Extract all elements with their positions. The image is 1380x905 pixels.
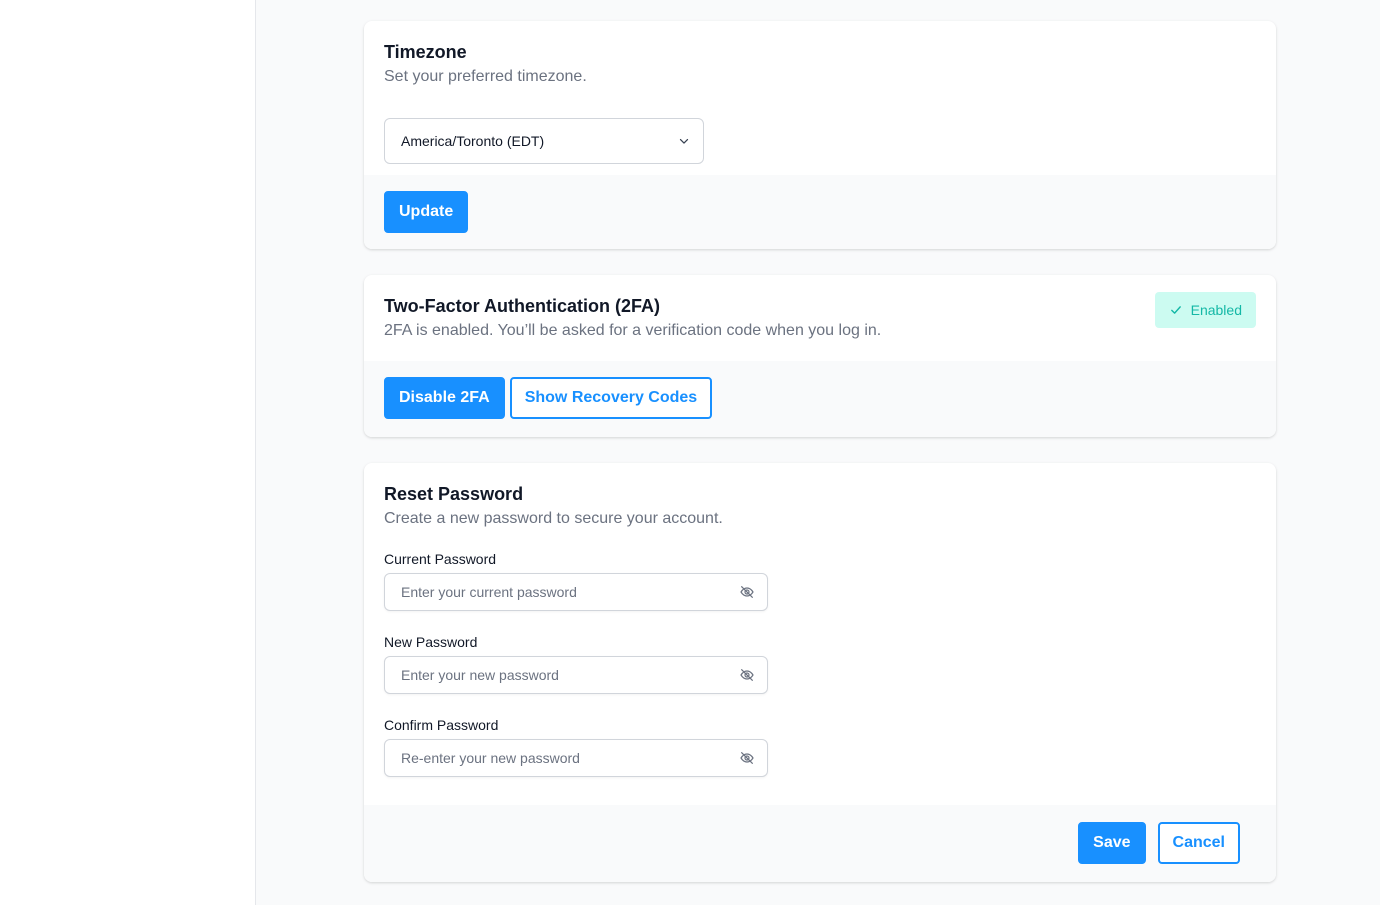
reset-password-description: Create a new password to secure your acc…	[384, 510, 723, 527]
eye-off-icon[interactable]	[739, 667, 755, 683]
timezone-selected-value: America/Toronto (EDT)	[401, 133, 545, 149]
show-recovery-codes-button[interactable]: Show Recovery Codes	[509, 377, 713, 419]
status-badge-label: Enabled	[1190, 302, 1242, 318]
two-factor-card-body: Two-Factor Authentication (2FA) 2FA is e…	[364, 275, 1276, 361]
sidebar	[0, 0, 256, 905]
timezone-select[interactable]: America/Toronto (EDT)	[384, 118, 704, 164]
timezone-title: Timezone	[384, 42, 467, 62]
confirm-password-input[interactable]	[401, 750, 721, 766]
timezone-card-body: Timezone Set your preferred timezone. Am…	[364, 21, 1276, 175]
update-button[interactable]: Update	[384, 191, 469, 233]
reset-password-title: Reset Password	[384, 484, 524, 504]
two-factor-description: 2FA is enabled. You’ll be asked for a ve…	[384, 322, 882, 339]
disable-2fa-button[interactable]: Disable 2FA	[384, 377, 505, 419]
chevron-down-icon	[679, 138, 689, 144]
reset-password-card-footer: Save Cancel	[364, 805, 1276, 882]
eye-off-icon[interactable]	[739, 750, 755, 766]
timezone-card: Timezone Set your preferred timezone. Am…	[364, 21, 1276, 249]
new-password-input[interactable]	[401, 667, 721, 683]
main-content: Timezone Set your preferred timezone. Am…	[256, 0, 1380, 905]
eye-off-icon[interactable]	[739, 584, 755, 600]
timezone-description: Set your preferred timezone.	[384, 68, 587, 85]
save-button[interactable]: Save	[1078, 822, 1146, 864]
reset-password-card: Reset Password Create a new password to …	[364, 463, 1276, 882]
current-password-input[interactable]	[401, 584, 721, 600]
new-password-label: New Password	[384, 634, 478, 650]
two-factor-card-footer: Disable 2FA Show Recovery Codes	[364, 361, 1276, 437]
two-factor-card: Two-Factor Authentication (2FA) 2FA is e…	[364, 275, 1276, 437]
check-icon	[1170, 306, 1181, 314]
current-password-wrapper	[384, 573, 768, 611]
current-password-label: Current Password	[384, 551, 497, 567]
confirm-password-wrapper	[384, 739, 768, 777]
timezone-card-footer: Update	[364, 175, 1276, 249]
two-factor-title: Two-Factor Authentication (2FA)	[384, 296, 660, 316]
status-badge: Enabled	[1154, 292, 1256, 328]
cancel-button[interactable]: Cancel	[1157, 822, 1240, 864]
new-password-wrapper	[384, 656, 768, 694]
confirm-password-label: Confirm Password	[384, 717, 499, 733]
reset-password-card-body: Reset Password Create a new password to …	[364, 463, 1276, 805]
